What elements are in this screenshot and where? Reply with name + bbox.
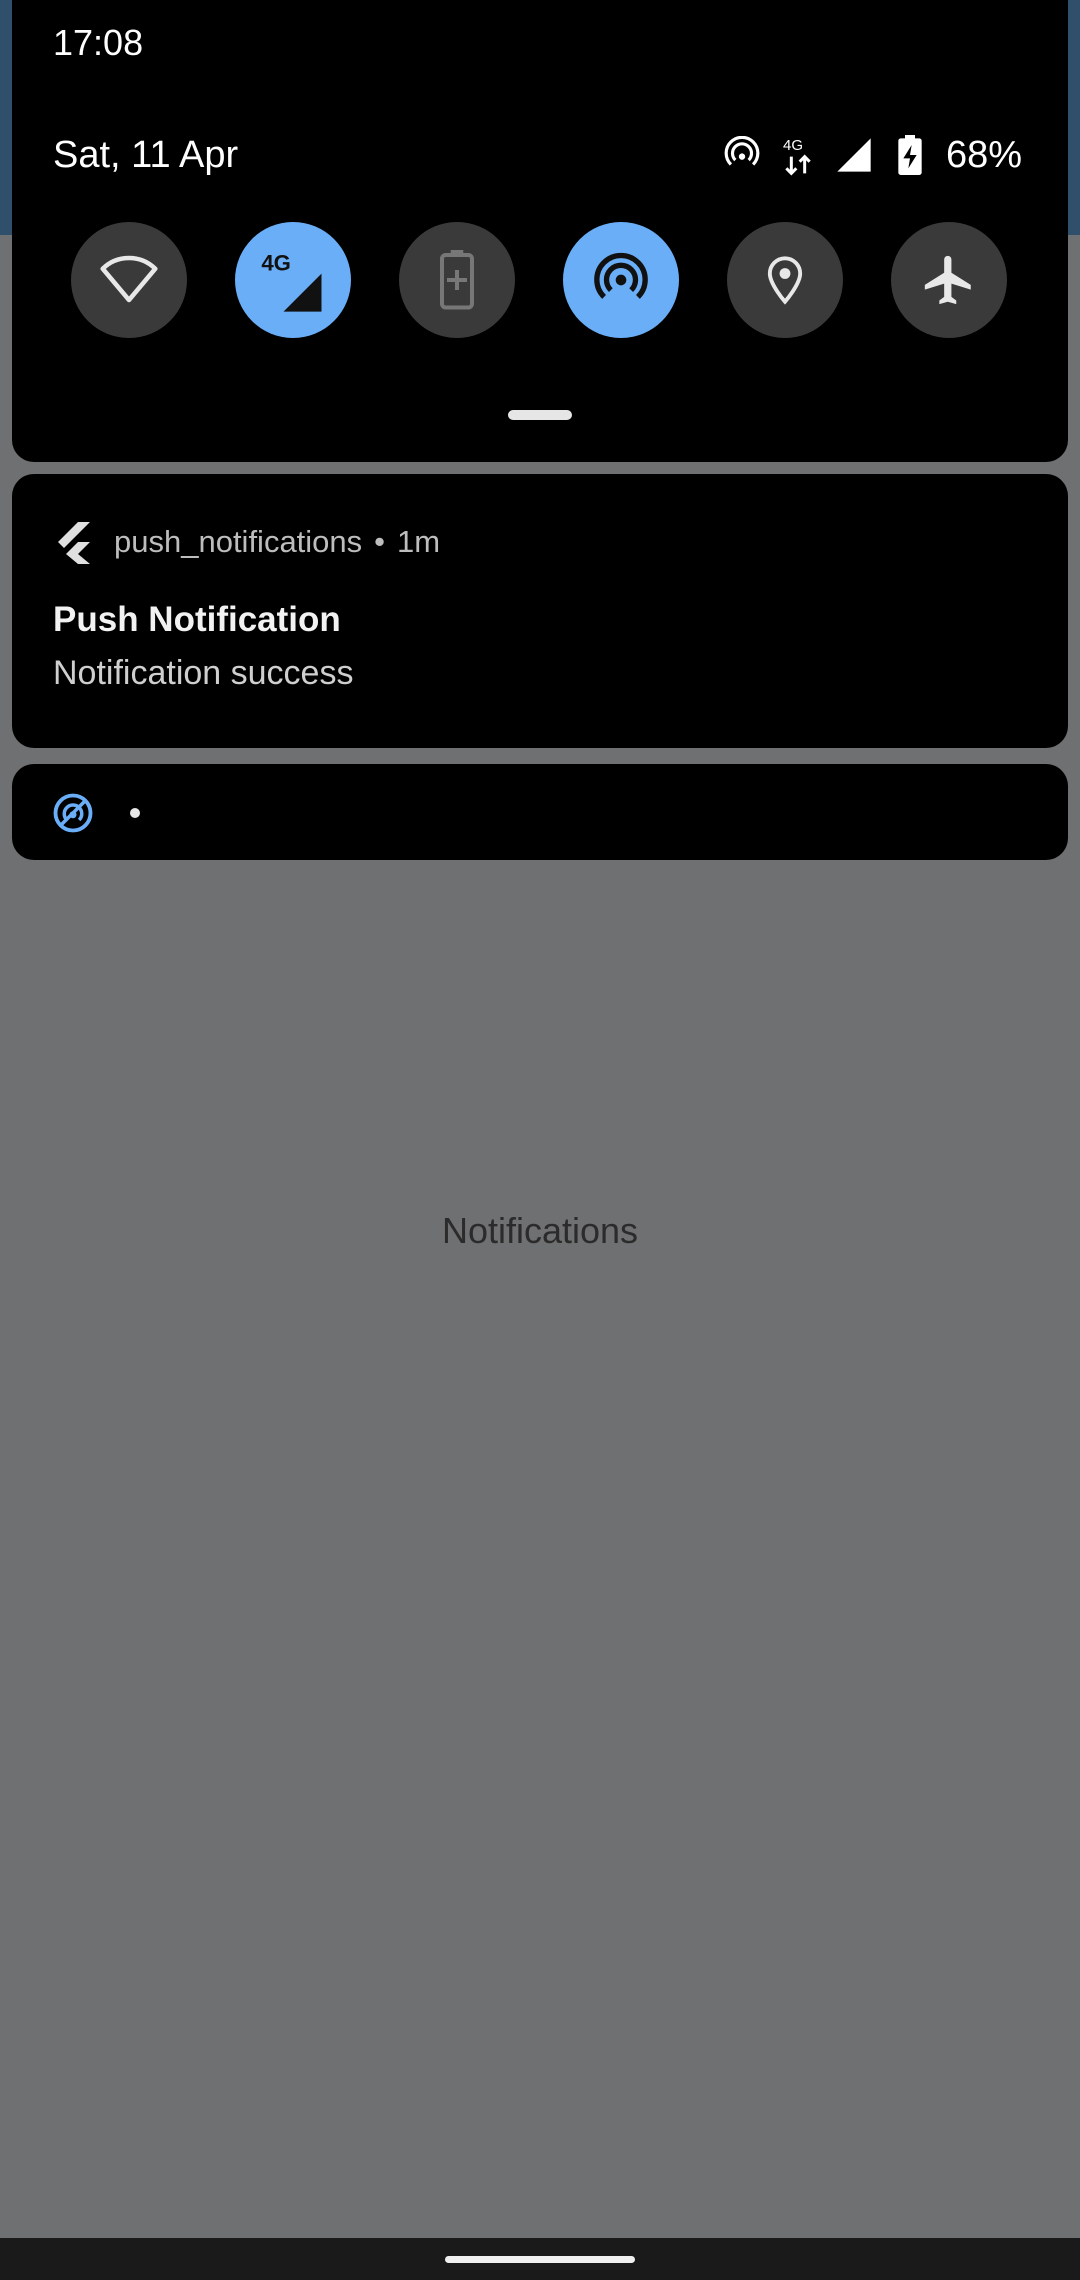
quick-settings-tiles: 4G: [0, 222, 1080, 338]
mobile-data-4g-icon: 4G: [261, 251, 322, 312]
status-clock: 17:08: [53, 22, 144, 63]
tile-mobile-data[interactable]: 4G: [235, 222, 351, 338]
notification-time: 1m: [397, 524, 441, 559]
home-gesture-handle[interactable]: [445, 2256, 635, 2263]
notification-card[interactable]: push_notifications • 1m Push Notificatio…: [12, 474, 1068, 748]
hotspot-icon: [594, 252, 648, 299]
flutter-logo-icon: [58, 522, 90, 564]
battery-saver-icon: [440, 250, 474, 310]
hotspot-notification-icon: [53, 793, 93, 833]
hotspot-status-icon: [722, 135, 762, 175]
notification-body: Notification success: [53, 654, 354, 692]
navigation-bar: [0, 2238, 1080, 2280]
status-icons: 4G 68%: [722, 128, 1022, 182]
separator-dot: •: [374, 524, 386, 559]
network-type-label: 4G: [783, 137, 803, 154]
tile-network-label: 4G: [261, 251, 291, 276]
shade-drag-handle[interactable]: [508, 410, 572, 420]
wifi-icon: [100, 255, 158, 303]
tile-battery-saver[interactable]: [399, 222, 515, 338]
tile-wifi[interactable]: [71, 222, 187, 338]
notification-app-name: push_notifications: [114, 524, 363, 559]
cell-signal-icon: [834, 135, 874, 175]
battery-charging-icon: [890, 135, 930, 175]
tile-location[interactable]: [727, 222, 843, 338]
tile-airplane-mode[interactable]: [891, 222, 1007, 338]
separator-dot: [130, 808, 140, 818]
status-bar: 17:08: [0, 0, 1080, 92]
app-center-text: Notifications: [441, 1210, 639, 1251]
notification-title: Push Notification: [53, 600, 341, 639]
notification-header: push_notifications • 1m: [54, 512, 440, 572]
mobile-data-4g-status-icon: 4G: [778, 135, 818, 176]
quick-settings-header: Sat, 11 Apr 4G 68%: [0, 120, 1080, 190]
notification-header: [52, 788, 140, 838]
airplane-icon: [924, 255, 971, 305]
notification-card[interactable]: [12, 764, 1068, 860]
location-icon: [767, 256, 803, 305]
date-label[interactable]: Sat, 11 Apr: [53, 134, 238, 177]
battery-percentage: 68%: [945, 133, 1022, 176]
tile-hotspot[interactable]: [563, 222, 679, 338]
